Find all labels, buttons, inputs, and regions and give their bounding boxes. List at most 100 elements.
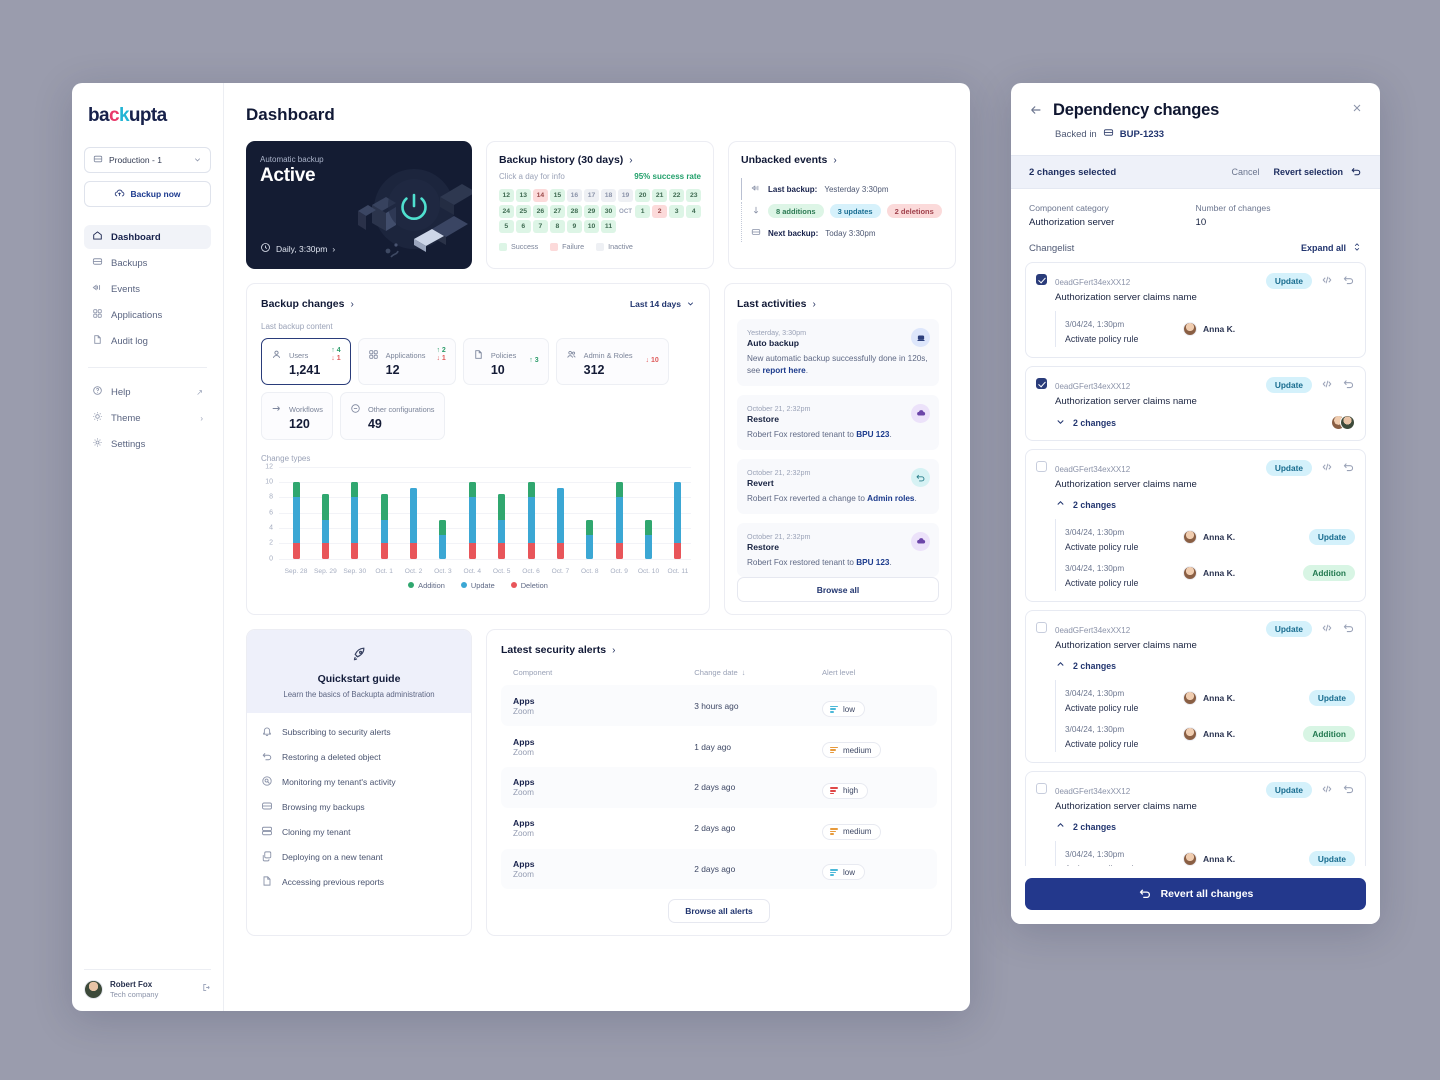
chevron-right-icon[interactable]: › [812, 299, 815, 310]
changelist-checkbox[interactable] [1036, 378, 1047, 389]
calendar-day[interactable]: 13 [516, 189, 531, 202]
calendar-day[interactable]: 14 [533, 189, 548, 202]
calendar-day[interactable]: 9 [567, 220, 582, 233]
calendar-day[interactable]: 27 [550, 204, 565, 218]
revert-icon[interactable] [1342, 273, 1355, 289]
calendar-day[interactable]: 6 [516, 220, 531, 233]
sidebar-item-events[interactable]: Events [84, 277, 211, 301]
chart-bar-column[interactable] [665, 467, 691, 559]
chevron-right-icon[interactable]: › [833, 155, 836, 166]
revert-icon[interactable] [1342, 782, 1355, 798]
calendar-day[interactable]: 17 [584, 189, 599, 202]
unbacked-events-header[interactable]: Unbacked events › [741, 154, 943, 166]
last-activities-header[interactable]: Last activities › [737, 298, 939, 310]
period-selector[interactable]: Last 14 days [630, 299, 695, 310]
calendar-day[interactable]: 8 [550, 220, 565, 233]
chart-bar-column[interactable] [312, 467, 338, 559]
browse-all-alerts-button[interactable]: Browse all alerts [668, 899, 770, 924]
activity-link[interactable]: BPU 123 [856, 558, 889, 567]
calendar-day[interactable]: 12 [499, 189, 514, 202]
chart-legend-item[interactable]: Addition [408, 581, 445, 590]
changelist[interactable]: 0eadGFert34exXX12 Authorization server cl… [1011, 262, 1380, 866]
stat-tile[interactable]: Admin & Roles 312 ↓ 10 [555, 338, 669, 386]
chart-bar-column[interactable] [283, 467, 309, 559]
expand-all-button[interactable]: Expand all [1301, 242, 1362, 254]
sidebar-item-help[interactable]: Help ↗ [84, 380, 211, 404]
calendar-day[interactable]: 18 [601, 189, 616, 202]
revert-icon[interactable] [1342, 621, 1355, 637]
chart-legend-item[interactable]: Update [460, 581, 495, 590]
code-icon[interactable] [1321, 461, 1333, 476]
chevron-right-icon[interactable]: › [612, 645, 615, 656]
stat-tile[interactable]: Workflows 120 [261, 392, 333, 440]
activity-item[interactable]: October 21, 2:32pm Restore Robert Fox rest… [737, 394, 939, 450]
activity-item[interactable]: Yesterday, 3:30pm Auto backup New automati… [737, 319, 939, 386]
calendar-day[interactable]: 11 [601, 220, 616, 233]
quickstart-item[interactable]: Accessing previous reports [261, 875, 457, 889]
calendar-day[interactable]: 24 [499, 204, 514, 218]
collapse-changes-toggle[interactable]: 2 changes [1055, 659, 1355, 672]
backup-history-header[interactable]: Backup history (30 days) › [499, 154, 701, 166]
chart-bar-column[interactable] [371, 467, 397, 559]
cancel-button[interactable]: Cancel [1231, 167, 1259, 177]
quickstart-item[interactable]: Cloning my tenant [261, 825, 457, 839]
code-icon[interactable] [1321, 378, 1333, 393]
chart-bar-column[interactable] [636, 467, 662, 559]
chart-legend-item[interactable]: Deletion [510, 581, 548, 590]
chart-bar-column[interactable] [577, 467, 603, 559]
quickstart-item[interactable]: Restoring a deleted object [261, 750, 457, 764]
calendar-day[interactable]: 10 [584, 220, 599, 233]
quickstart-item[interactable]: Monitoring my tenant's activity [261, 775, 457, 789]
stat-tile[interactable]: Applications 12 ↑ 2 ↓ 1 [357, 338, 456, 386]
revert-icon[interactable] [1342, 377, 1355, 393]
changelist-item[interactable]: 0eadGFert34exXX12 Authorization server cl… [1025, 262, 1366, 358]
calendar-day[interactable]: 22 [669, 189, 684, 202]
chart-bar-column[interactable] [489, 467, 515, 559]
expand-changes-toggle[interactable]: 2 changes [1055, 415, 1355, 430]
close-icon[interactable] [1351, 102, 1363, 116]
changelist-item[interactable]: 0eadGFert34exXX12 Authorization server cl… [1025, 449, 1366, 602]
changelist-checkbox[interactable] [1036, 461, 1047, 472]
backup-changes-title-group[interactable]: Backup changes › [261, 298, 354, 310]
changelist-checkbox[interactable] [1036, 622, 1047, 633]
table-row[interactable]: Apps Zoom 1 day ago medium [501, 726, 937, 767]
quickstart-item[interactable]: Browsing my backups [261, 800, 457, 814]
unbacked-pill[interactable]: 8 additions [768, 204, 824, 218]
sidebar-item-theme[interactable]: Theme › [84, 406, 211, 430]
table-row[interactable]: Apps Zoom 2 days ago low [501, 848, 937, 890]
stat-tile[interactable]: Other configurations 49 [339, 392, 445, 440]
chart-bar-column[interactable] [430, 467, 456, 559]
chevron-right-icon[interactable]: › [350, 299, 353, 310]
sidebar-item-dashboard[interactable]: Dashboard [84, 225, 211, 249]
activity-link[interactable]: report here [762, 366, 805, 375]
environment-selector[interactable]: Production - 1 [84, 147, 211, 173]
backup-now-button[interactable]: Backup now [84, 181, 211, 207]
changelist-checkbox[interactable] [1036, 783, 1047, 794]
quickstart-item[interactable]: Deploying on a new tenant [261, 850, 457, 864]
sidebar-item-audit-log[interactable]: Audit log [84, 329, 211, 353]
calendar-day[interactable]: 26 [533, 204, 548, 218]
calendar-day[interactable]: 21 [652, 189, 667, 202]
code-icon[interactable] [1321, 783, 1333, 798]
table-row[interactable]: Apps Zoom 2 days ago medium [501, 808, 937, 849]
changelist-item[interactable]: 0eadGFert34exXX12 Authorization server cl… [1025, 610, 1366, 763]
calendar-day[interactable]: 30 [601, 204, 616, 218]
calendar-day[interactable]: 19 [618, 189, 633, 202]
calendar-day[interactable]: 15 [550, 189, 565, 202]
user-card[interactable]: Robert Fox Tech company [84, 968, 211, 999]
collapse-changes-toggle[interactable]: 2 changes [1055, 498, 1355, 511]
unbacked-pill[interactable]: 2 deletions [886, 204, 942, 218]
column-header-change-date[interactable]: Change date ↓ [694, 668, 822, 677]
calendar-day[interactable]: 3 [669, 204, 684, 218]
activity-link[interactable]: BPU 123 [856, 430, 889, 439]
calendar-day[interactable]: 2 [652, 204, 667, 218]
table-row[interactable]: Apps Zoom 2 days ago high [501, 767, 937, 808]
chart-bar-column[interactable] [342, 467, 368, 559]
calendar-day[interactable]: 5 [499, 220, 514, 233]
browse-all-button[interactable]: Browse all [737, 577, 939, 603]
chart-bar-column[interactable] [401, 467, 427, 559]
revert-icon[interactable] [1342, 460, 1355, 476]
chevron-right-icon[interactable]: › [629, 155, 632, 166]
logout-icon[interactable] [200, 980, 211, 998]
calendar-day[interactable]: 7 [533, 220, 548, 233]
